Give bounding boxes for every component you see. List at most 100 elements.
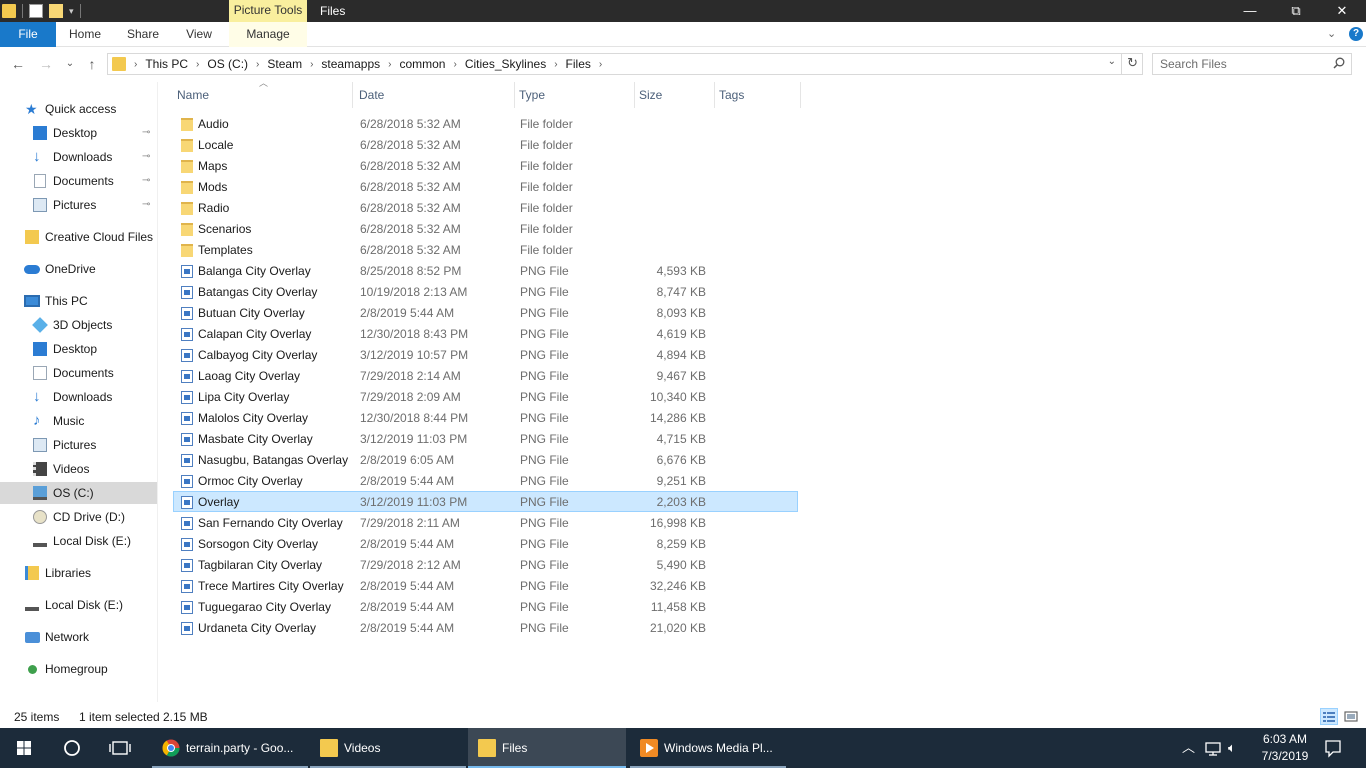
search-taskbar-button[interactable] xyxy=(48,728,96,768)
breadcrumb-separator-icon[interactable]: › xyxy=(310,59,313,70)
sidebar-item-pictures[interactable]: Pictures ⊸ xyxy=(0,194,157,216)
file-row[interactable]: Laoag City Overlay 7/29/2018 2:14 AM PNG F… xyxy=(173,365,798,386)
sidebar-item-homegroup[interactable]: Homegroup xyxy=(0,658,157,680)
taskbar-app-chrome[interactable]: terrain.party - Goo... xyxy=(152,728,308,768)
sidebar-item-music[interactable]: ♪ Music xyxy=(0,410,157,432)
file-row[interactable]: Tagbilaran City Overlay 7/29/2018 2:12 AM… xyxy=(173,554,798,575)
sidebar-item-quick-access[interactable]: ★ Quick access xyxy=(0,98,157,120)
task-view-button[interactable] xyxy=(96,728,144,768)
breadcrumb-separator-icon[interactable]: › xyxy=(388,59,391,70)
file-row[interactable]: Locale 6/28/2018 5:32 AM File folder xyxy=(173,134,798,155)
breadcrumb-segment[interactable]: common xyxy=(399,57,445,71)
breadcrumb-segment[interactable]: Steam xyxy=(267,57,302,71)
file-row[interactable]: Nasugbu, Batangas Overlay 2/8/2019 6:05 A… xyxy=(173,449,798,470)
sidebar-item-libraries[interactable]: Libraries xyxy=(0,562,157,584)
file-row[interactable]: Radio 6/28/2018 5:32 AM File folder xyxy=(173,197,798,218)
file-row[interactable]: Urdaneta City Overlay 2/8/2019 5:44 AM PNG… xyxy=(173,617,798,638)
up-button[interactable]: ↑ xyxy=(82,54,102,74)
breadcrumb-segment[interactable]: steamapps xyxy=(321,57,380,71)
refresh-icon[interactable]: ↻ xyxy=(1127,55,1138,71)
sidebar-item-creative-cloud[interactable]: Creative Cloud Files xyxy=(0,226,157,248)
file-row[interactable]: Masbate City Overlay 3/12/2019 11:03 PM PN… xyxy=(173,428,798,449)
minimize-button[interactable]: — xyxy=(1227,0,1273,22)
tab-file[interactable]: File xyxy=(0,22,56,47)
sidebar-item-local-disk[interactable]: Local Disk (E:) xyxy=(0,594,157,616)
address-bar[interactable]: › This PC › OS (C:) › Steam › steamapps › common ›… xyxy=(107,53,1143,75)
file-row[interactable]: Mods 6/28/2018 5:32 AM File folder xyxy=(173,176,798,197)
address-dropdown-icon[interactable]: ⌄ xyxy=(1108,56,1116,67)
sidebar-item-downloads[interactable]: ↓ Downloads xyxy=(0,386,157,408)
sidebar-item-cd-drive-d[interactable]: CD Drive (D:) xyxy=(0,506,157,528)
file-row[interactable]: San Fernando City Overlay 7/29/2018 2:11 … xyxy=(173,512,798,533)
search-box[interactable] xyxy=(1152,53,1352,75)
breadcrumb-segment[interactable]: Files xyxy=(566,57,591,71)
breadcrumb-separator-icon[interactable]: › xyxy=(196,59,199,70)
large-icons-view-button[interactable] xyxy=(1342,708,1360,725)
volume-tray-icon[interactable]: 🔈︎ xyxy=(1228,728,1236,768)
sidebar-item-desktop[interactable]: Desktop xyxy=(0,338,157,360)
breadcrumb-separator-icon[interactable]: › xyxy=(453,59,456,70)
file-row[interactable]: Maps 6/28/2018 5:32 AM File folder xyxy=(173,155,798,176)
sidebar-item-videos[interactable]: Videos xyxy=(0,458,157,480)
breadcrumb-separator-icon[interactable]: › xyxy=(554,59,557,70)
column-header-type[interactable]: Type xyxy=(515,82,635,108)
file-row[interactable]: Batangas City Overlay 10/19/2018 2:13 AM P… xyxy=(173,281,798,302)
file-row[interactable]: Trece Martires City Overlay 2/8/2019 5:44… xyxy=(173,575,798,596)
breadcrumb-segment[interactable]: This PC xyxy=(145,57,188,71)
file-row[interactable]: Butuan City Overlay 2/8/2019 5:44 AM PNG F… xyxy=(173,302,798,323)
column-header-name[interactable]: Name xyxy=(173,82,353,108)
sidebar-item-os-c[interactable]: OS (C:) xyxy=(0,482,157,504)
sidebar-item-downloads[interactable]: ↓ Downloads ⊸ xyxy=(0,146,157,168)
sidebar-item-local-disk-e[interactable]: Local Disk (E:) xyxy=(0,530,157,552)
breadcrumb-segment[interactable]: Cities_Skylines xyxy=(465,57,546,71)
file-row[interactable]: Lipa City Overlay 7/29/2018 2:09 AM PNG Fi… xyxy=(173,386,798,407)
tab-manage[interactable]: Manage xyxy=(229,22,307,47)
help-icon[interactable]: ? xyxy=(1349,27,1363,41)
column-header-tags[interactable]: Tags xyxy=(715,82,801,108)
tab-view[interactable]: View xyxy=(178,22,220,47)
back-button[interactable]: ← xyxy=(8,54,28,74)
breadcrumb-separator-icon[interactable]: › xyxy=(134,59,137,70)
breadcrumb-segment[interactable]: OS (C:) xyxy=(207,57,248,71)
show-hidden-icons-button[interactable]: ︿ xyxy=(1182,728,1195,768)
taskbar-app-videos[interactable]: Videos xyxy=(310,728,466,768)
sidebar-item-pictures[interactable]: Pictures xyxy=(0,434,157,456)
sidebar-item-documents[interactable]: Documents ⊸ xyxy=(0,170,157,192)
column-header-size[interactable]: Size xyxy=(635,82,715,108)
sidebar-item-this-pc[interactable]: This PC xyxy=(0,290,157,312)
taskbar-app-files[interactable]: Files xyxy=(468,728,626,768)
customize-toolbar-icon[interactable]: ▾ xyxy=(69,6,74,17)
restore-button[interactable]: ⧉ xyxy=(1273,0,1319,22)
search-icon[interactable] xyxy=(1333,57,1345,69)
file-row[interactable]: Scenarios 6/28/2018 5:32 AM File folder xyxy=(173,218,798,239)
recent-locations-button[interactable]: ⌄ xyxy=(60,54,80,74)
column-header-date[interactable]: Date xyxy=(355,82,515,108)
system-clock[interactable]: 6:03 AM 7/3/2019 xyxy=(1250,731,1320,765)
network-tray-icon[interactable] xyxy=(1204,728,1222,768)
file-row[interactable]: Ormoc City Overlay 2/8/2019 5:44 AM PNG Fi… xyxy=(173,470,798,491)
file-row[interactable]: Sorsogon City Overlay 2/8/2019 5:44 AM PNG… xyxy=(173,533,798,554)
search-input[interactable] xyxy=(1153,54,1323,74)
file-row[interactable]: Templates 6/28/2018 5:32 AM File folder xyxy=(173,239,798,260)
sidebar-item-documents[interactable]: Documents xyxy=(0,362,157,384)
sidebar-item-network[interactable]: Network xyxy=(0,626,157,648)
properties-icon[interactable] xyxy=(29,4,43,18)
tab-share[interactable]: Share xyxy=(120,22,166,47)
file-row[interactable]: Overlay 3/12/2019 11:03 PM PNG File 2,203 K… xyxy=(173,491,798,512)
start-button[interactable] xyxy=(0,728,48,768)
expand-ribbon-icon[interactable]: ⌄ xyxy=(1327,22,1336,47)
close-button[interactable]: ✕ xyxy=(1319,0,1365,22)
details-view-button[interactable] xyxy=(1320,708,1338,725)
sidebar-item-onedrive[interactable]: OneDrive xyxy=(0,258,157,280)
forward-button[interactable]: → xyxy=(36,54,56,74)
file-row[interactable]: Calapan City Overlay 12/30/2018 8:43 PM PN… xyxy=(173,323,798,344)
file-row[interactable]: Tuguegarao City Overlay 2/8/2019 5:44 AM P… xyxy=(173,596,798,617)
breadcrumb-separator-icon[interactable]: › xyxy=(256,59,259,70)
file-row[interactable]: Audio 6/28/2018 5:32 AM File folder xyxy=(173,113,798,134)
taskbar-app-media-player[interactable]: Windows Media Pl... xyxy=(630,728,786,768)
breadcrumb-separator-icon[interactable]: › xyxy=(599,59,602,70)
sidebar-item-desktop[interactable]: Desktop ⊸ xyxy=(0,122,157,144)
tab-home[interactable]: Home xyxy=(60,22,110,47)
file-row[interactable]: Calbayog City Overlay 3/12/2019 10:57 PM P… xyxy=(173,344,798,365)
sidebar-item-3d-objects[interactable]: 3D Objects xyxy=(0,314,157,336)
